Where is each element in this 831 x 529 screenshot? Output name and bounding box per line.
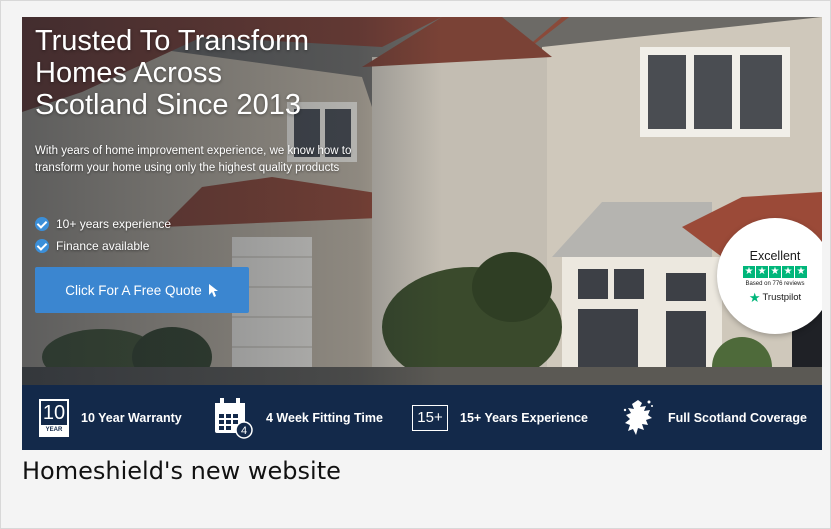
calendar-icon: 4	[215, 397, 253, 439]
feature-item: Finance available	[35, 235, 171, 257]
screenshot-frame: Trusted To Transform Homes Across Scotla…	[0, 0, 831, 529]
warranty-10-year-icon: 10 YEAR	[39, 398, 69, 437]
feature-label: Finance available	[56, 239, 150, 253]
headline-line-3: Scotland Since 2013	[35, 89, 302, 121]
trustpilot-brand: Trustpilot	[762, 292, 802, 303]
hero-intro-text: With years of home improvement experienc…	[35, 145, 352, 174]
feature-experience: 15+ 15+ Years Experience	[412, 385, 588, 450]
years-15-plus-icon: 15+	[412, 404, 448, 431]
feature-checklist: 10+ years experience Finance available	[35, 213, 171, 257]
trustpilot-stars: ★ ★ ★ ★ ★	[743, 265, 807, 278]
feature-fitting-time: 4 4 Week Fitting Time	[212, 385, 383, 450]
star-icon: ★	[756, 265, 768, 278]
star-icon: ★	[769, 265, 781, 278]
feature-bar: 10 YEAR 10 Year Warranty 4 4 Week Fittin…	[22, 385, 822, 450]
star-icon: ★	[795, 265, 807, 278]
trustpilot-rating: Excellent	[749, 248, 801, 263]
trustpilot-review-count: Based on 776 reviews	[745, 280, 805, 287]
feature-warranty-label: 10 Year Warranty	[81, 410, 182, 425]
feature-coverage: Full Scotland Coverage	[622, 385, 807, 450]
hero-banner: Trusted To Transform Homes Across Scotla…	[22, 17, 822, 385]
checkmark-icon	[35, 239, 49, 253]
trustpilot-badge[interactable]: Excellent ★ ★ ★ ★ ★ Based on 776 reviews…	[717, 218, 822, 334]
free-quote-button-label: Click For A Free Quote	[65, 282, 202, 298]
warranty-icon-caption: YEAR	[41, 424, 67, 435]
trustpilot-star-icon: ★	[748, 289, 761, 305]
feature-warranty: 10 YEAR 10 Year Warranty	[39, 385, 182, 450]
free-quote-button[interactable]: Click For A Free Quote	[35, 267, 249, 313]
headline-line-1: Trusted To Transform	[35, 25, 309, 57]
calendar-icon-number: 4	[241, 425, 247, 437]
cursor-pointer-icon	[208, 283, 218, 297]
scotland-map-icon	[623, 399, 653, 435]
experience-icon-number: 15+	[417, 409, 443, 426]
feature-experience-label: 15+ Years Experience	[460, 410, 588, 425]
feature-fitting-time-label: 4 Week Fitting Time	[266, 410, 383, 425]
checkmark-icon	[35, 217, 49, 231]
trustpilot-logo: ★ Trustpilot	[748, 289, 802, 305]
headline-line-2: Homes Across	[35, 57, 222, 89]
feature-item: 10+ years experience	[35, 213, 171, 235]
warranty-icon-number: 10	[42, 401, 66, 424]
star-icon: ★	[743, 265, 755, 278]
star-icon: ★	[782, 265, 794, 278]
feature-label: 10+ years experience	[56, 217, 172, 231]
feature-coverage-label: Full Scotland Coverage	[668, 410, 807, 425]
image-caption: Homeshield's new website	[22, 457, 341, 485]
hero-headline: Trusted To Transform Homes Across Scotla…	[35, 25, 375, 121]
